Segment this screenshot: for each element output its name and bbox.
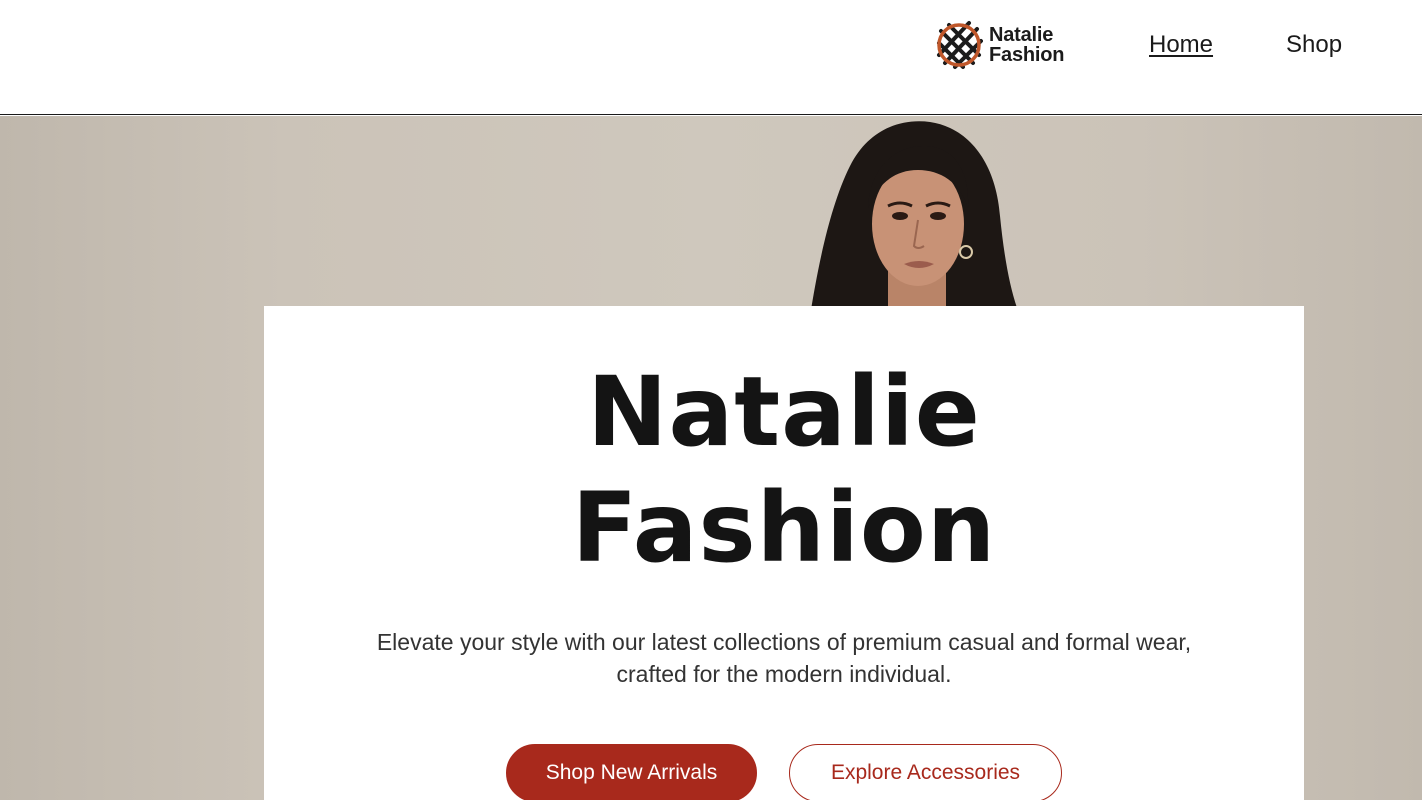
hero-subtitle-line1: Elevate your style with our latest colle… (376, 629, 1192, 655)
hero-subtitle-line2: crafted for the modern individual. (616, 661, 952, 687)
model-portrait-image (810, 121, 1020, 316)
nav-shop-link[interactable]: Shop (1286, 30, 1342, 60)
hero-section: Natalie Fashion Elevate your style with … (0, 116, 1422, 800)
brand-name-line2: Fashion (989, 44, 1065, 66)
woven-knot-logo-icon (937, 21, 983, 69)
hero-subtitle: Elevate your style with our latest colle… (304, 626, 1264, 690)
hero-title-line1: Natalie (587, 356, 981, 468)
brand-name: Natalie Fashion (989, 25, 1064, 65)
brand-name-line1: Natalie (989, 24, 1054, 46)
site-header: Natalie Fashion Home Shop (0, 0, 1422, 115)
hero-title-line2: Fashion (571, 472, 997, 584)
nav-home-link[interactable]: Home (1149, 30, 1213, 60)
hero-card: Natalie Fashion Elevate your style with … (264, 306, 1304, 800)
hero-title: Natalie Fashion (264, 354, 1304, 586)
brand-logo[interactable]: Natalie Fashion (935, 19, 1064, 71)
explore-accessories-button[interactable]: Explore Accessories (789, 744, 1062, 800)
shop-new-arrivals-button[interactable]: Shop New Arrivals (506, 744, 757, 800)
